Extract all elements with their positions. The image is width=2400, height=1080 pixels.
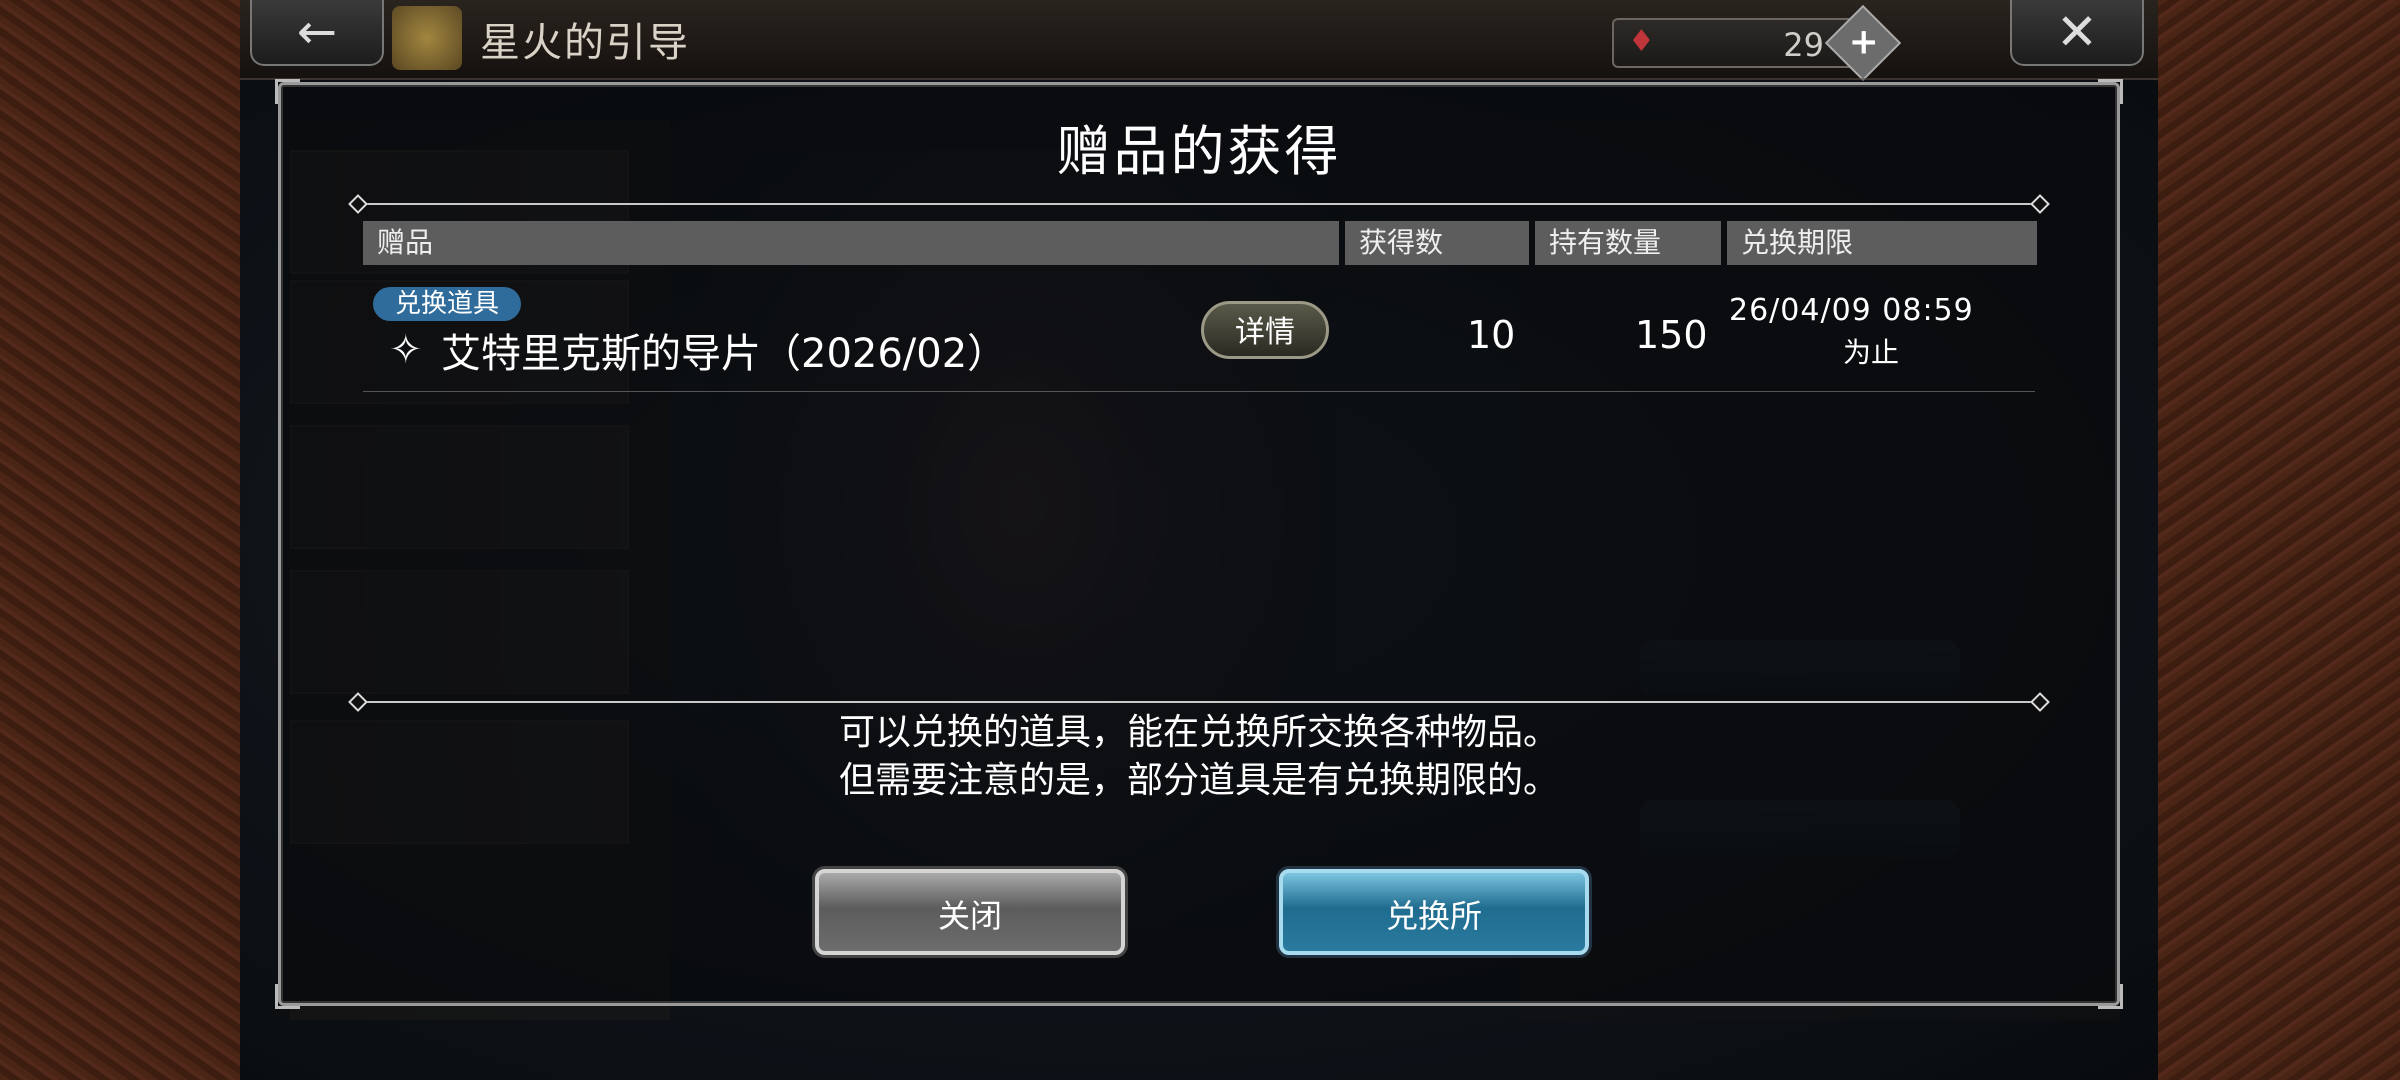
close-icon: ✕ xyxy=(2056,3,2098,61)
corner-ornament xyxy=(275,79,300,104)
column-header-obtained: 获得数 xyxy=(1345,221,1529,265)
column-header-expiry: 兑换期限 xyxy=(1727,221,2037,265)
add-currency-button[interactable]: + xyxy=(1824,4,1902,82)
close-button[interactable]: 关闭 xyxy=(815,869,1125,955)
currency-display: ♦ 29 + xyxy=(1612,4,1902,82)
column-header-held: 持有数量 xyxy=(1535,221,1721,265)
expiry-suffix: 为止 xyxy=(1843,336,1900,369)
dialog-message: 可以兑换的道具，能在兑换所交换各种物品。 但需要注意的是，部分道具是有兑换期限的… xyxy=(281,709,2117,805)
gift-dialog: 赠品的获得 赠品 获得数 持有数量 兑换期限 兑换道具 ✧ 艾特里克斯的导片（2… xyxy=(275,79,2123,1009)
plus-icon: + xyxy=(1848,21,1879,63)
back-button[interactable]: ← xyxy=(250,0,384,66)
message-line: 可以兑换的道具，能在兑换所交换各种物品。 xyxy=(838,712,1559,753)
page-title: 星火的引导 xyxy=(480,20,690,66)
held-count: 150 xyxy=(1635,313,1708,357)
obtained-count: 10 xyxy=(1467,313,1516,357)
top-bar: ← 星火的引导 ♦ 29 + ✕ xyxy=(240,0,2158,82)
right-border-texture xyxy=(2158,0,2400,1080)
corner-ornament xyxy=(2098,79,2123,104)
column-header-gift: 赠品 xyxy=(363,221,1339,265)
left-border-texture xyxy=(0,0,240,1080)
divider xyxy=(363,701,2035,703)
exchange-shop-button[interactable]: 兑换所 xyxy=(1279,869,1589,955)
divider xyxy=(363,203,2035,205)
title-emblem-icon xyxy=(392,6,462,70)
arrow-left-icon: ← xyxy=(296,4,338,60)
close-page-button[interactable]: ✕ xyxy=(2010,0,2144,66)
expiry-date: 26/04/09 08:59 xyxy=(1729,293,1974,328)
corner-ornament xyxy=(2098,984,2123,1009)
item-name: 艾特里克斯的导片（2026/02） xyxy=(441,331,1008,377)
dialog-title: 赠品的获得 xyxy=(1056,120,1342,183)
detail-button[interactable]: 详情 xyxy=(1201,301,1329,359)
item-star-icon: ✧ xyxy=(389,327,423,373)
item-type-badge: 兑换道具 xyxy=(373,287,522,321)
corner-ornament xyxy=(275,984,300,1009)
message-line: 但需要注意的是，部分道具是有兑换期限的。 xyxy=(838,760,1559,801)
divider-ornament xyxy=(2030,194,2050,214)
gem-icon: ♦ xyxy=(1628,24,1655,59)
row-divider xyxy=(363,391,2035,392)
currency-count: 29 xyxy=(1783,26,1824,64)
divider-ornament xyxy=(348,194,368,214)
